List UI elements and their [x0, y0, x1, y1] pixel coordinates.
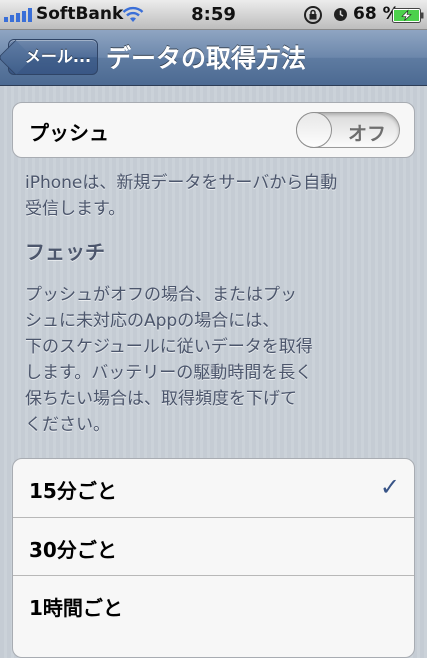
- checkmark-icon: ✓: [379, 473, 400, 501]
- schedule-option-label: 30分ごと: [29, 538, 117, 562]
- push-label: プッシュ: [29, 121, 109, 145]
- page-title: データの取得方法: [106, 44, 307, 73]
- schedule-option-30min[interactable]: 30分ごと: [13, 517, 414, 575]
- schedule-option-label: 15分ごと: [29, 479, 117, 503]
- fetch-schedule-list: 15分ごと ✓ 30分ごと 1時間ごと: [12, 458, 415, 658]
- alarm-clock-icon: [334, 8, 347, 21]
- back-button[interactable]: メール...: [0, 39, 98, 76]
- rotation-lock-icon: [304, 6, 322, 24]
- fetch-heading: フェッチ: [25, 240, 105, 264]
- toggle-state-label: オフ: [347, 123, 386, 145]
- push-toggle[interactable]: オフ: [296, 112, 400, 148]
- schedule-option-1hour[interactable]: 1時間ごと: [13, 575, 414, 633]
- fetch-description: プッシュがオフの場合、またはプッ シュに未対応のAppの場合には、 下のスケジュ…: [25, 285, 313, 435]
- back-button-label: メール...: [24, 47, 92, 66]
- navigation-bar: メール... データの取得方法: [0, 30, 427, 86]
- battery-charging-icon: [392, 8, 424, 23]
- push-setting-row: プッシュ オフ: [12, 102, 415, 158]
- toggle-knob: [296, 112, 332, 148]
- status-bar: SoftBank 8:59 68 %: [0, 0, 427, 30]
- push-description: iPhoneは、新規データをサーバから自動 受信します。: [25, 173, 338, 219]
- schedule-option-label: 1時間ごと: [29, 596, 123, 620]
- schedule-option-15min[interactable]: 15分ごと ✓: [13, 459, 414, 517]
